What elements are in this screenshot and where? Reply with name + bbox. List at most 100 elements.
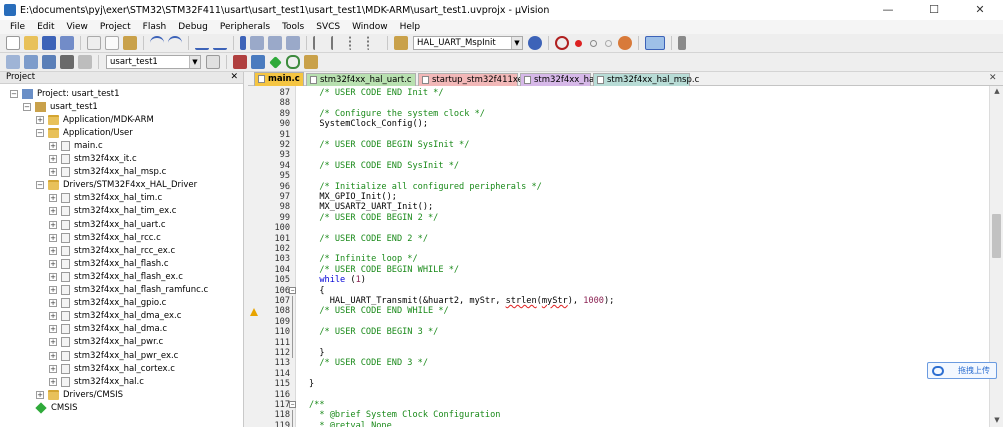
save-all-icon[interactable] bbox=[60, 36, 74, 50]
tree-item[interactable]: + stm32f4xx_hal_dma.c bbox=[49, 323, 167, 336]
scrollbar-thumb[interactable] bbox=[992, 214, 1001, 258]
translate-icon[interactable] bbox=[6, 55, 20, 69]
tree-item[interactable]: − usart_test1 bbox=[23, 100, 98, 113]
scroll-up-icon[interactable]: ▲ bbox=[992, 87, 1002, 97]
tree-item[interactable]: + stm32f4xx_it.c bbox=[49, 153, 137, 166]
manage-project-items-icon[interactable] bbox=[233, 55, 247, 69]
software-packs-icon[interactable] bbox=[304, 55, 318, 69]
tree-item[interactable]: − Application/User bbox=[36, 126, 133, 139]
menu-item-project[interactable]: Project bbox=[94, 22, 137, 32]
nav-forward-icon[interactable] bbox=[213, 36, 227, 50]
tab-stm32f4xx-hal-c[interactable]: stm32f4xx_hal.c bbox=[520, 73, 604, 86]
tree-item[interactable]: − Project: usart_test1 bbox=[10, 87, 119, 100]
fold-toggle-icon[interactable]: − bbox=[289, 401, 296, 408]
breakpoint-disable-icon[interactable] bbox=[590, 39, 597, 47]
collapse-icon[interactable]: − bbox=[36, 128, 44, 137]
expand-icon[interactable]: + bbox=[49, 377, 57, 386]
tree-item[interactable]: + stm32f4xx_hal_tim.c bbox=[49, 192, 162, 205]
chevron-down-icon[interactable]: ▼ bbox=[511, 37, 522, 49]
uncomment-icon[interactable] bbox=[367, 36, 381, 50]
expand-icon[interactable]: + bbox=[49, 220, 57, 229]
menu-item-help[interactable]: Help bbox=[394, 22, 427, 32]
pack-installer-icon[interactable] bbox=[269, 55, 282, 69]
tree-item[interactable]: + stm32f4xx_hal_rcc.c bbox=[49, 231, 161, 244]
function-select[interactable]: HAL_UART_MspInit ▼ bbox=[413, 36, 523, 50]
find-in-files-icon[interactable] bbox=[394, 36, 408, 50]
maximize-button[interactable]: ☐ bbox=[911, 0, 957, 20]
batch-build-icon[interactable] bbox=[60, 55, 74, 69]
target-select[interactable]: usart_test1 ▼ bbox=[106, 55, 201, 69]
bookmark-icon[interactable] bbox=[240, 36, 246, 50]
tree-item[interactable]: + stm32f4xx_hal_rcc_ex.c bbox=[49, 244, 175, 257]
collapse-icon[interactable]: − bbox=[10, 89, 18, 98]
expand-icon[interactable]: + bbox=[49, 364, 57, 373]
select-packs-icon[interactable] bbox=[286, 55, 300, 69]
tree-item[interactable]: + stm32f4xx_hal_pwr.c bbox=[49, 336, 163, 349]
expand-icon[interactable]: + bbox=[36, 115, 44, 124]
tree-item[interactable]: + stm32f4xx_hal_pwr_ex.c bbox=[49, 349, 178, 362]
expand-icon[interactable]: + bbox=[49, 246, 57, 255]
minimize-button[interactable]: — bbox=[865, 0, 911, 20]
bookmark-clear-icon[interactable] bbox=[286, 36, 300, 50]
expand-icon[interactable]: + bbox=[49, 259, 57, 268]
breakpoint-kill-all-icon[interactable] bbox=[618, 36, 632, 50]
expand-icon[interactable]: + bbox=[49, 207, 57, 216]
options-for-target-icon[interactable] bbox=[206, 55, 220, 69]
tab-startup-stm32f411xe-s[interactable]: startup_stm32f411xe.s bbox=[418, 73, 530, 86]
indent-icon[interactable] bbox=[313, 36, 327, 50]
expand-icon[interactable]: + bbox=[49, 141, 57, 150]
build-icon[interactable] bbox=[24, 55, 38, 69]
tab-stm32f4xx-hal-msp-c[interactable]: stm32f4xx_hal_msp.c bbox=[593, 73, 699, 86]
nav-back-icon[interactable] bbox=[195, 36, 209, 50]
save-icon[interactable] bbox=[42, 36, 56, 50]
chevron-down-icon[interactable]: ▼ bbox=[189, 56, 200, 68]
wrench-icon[interactable] bbox=[678, 36, 686, 50]
expand-icon[interactable]: + bbox=[49, 168, 57, 177]
tree-item[interactable]: + stm32f4xx_hal_gpio.c bbox=[49, 297, 166, 310]
fold-toggle-icon[interactable]: − bbox=[289, 286, 296, 294]
tab-main-c[interactable]: main.c bbox=[254, 72, 304, 86]
menu-item-view[interactable]: View bbox=[61, 22, 94, 32]
tree-item[interactable]: + stm32f4xx_hal.c bbox=[49, 375, 144, 388]
stop-build-icon[interactable] bbox=[78, 55, 92, 69]
menu-item-svcs[interactable]: SVCS bbox=[310, 22, 346, 32]
expand-icon[interactable]: + bbox=[49, 351, 57, 360]
expand-icon[interactable]: + bbox=[36, 390, 44, 399]
rebuild-icon[interactable] bbox=[42, 55, 56, 69]
expand-icon[interactable]: + bbox=[49, 312, 57, 321]
expand-icon[interactable]: + bbox=[49, 299, 57, 308]
paste-icon[interactable] bbox=[123, 36, 137, 50]
menu-item-tools[interactable]: Tools bbox=[276, 22, 310, 32]
tab-list-icon[interactable]: ✕ bbox=[989, 73, 997, 83]
menu-item-debug[interactable]: Debug bbox=[172, 22, 214, 32]
browse-icon[interactable] bbox=[528, 36, 542, 50]
expand-icon[interactable]: + bbox=[49, 194, 57, 203]
tree-item[interactable]: + stm32f4xx_hal_dma_ex.c bbox=[49, 310, 181, 323]
redo-icon[interactable] bbox=[168, 36, 182, 50]
expand-icon[interactable]: + bbox=[49, 325, 57, 334]
breakpoint-icon[interactable] bbox=[575, 39, 582, 47]
expand-icon[interactable]: + bbox=[49, 155, 57, 163]
menu-item-file[interactable]: File bbox=[4, 22, 31, 32]
undo-icon[interactable] bbox=[150, 36, 164, 50]
tree-item[interactable]: CMSIS bbox=[35, 401, 78, 414]
copy-icon[interactable] bbox=[105, 36, 119, 50]
collapse-icon[interactable]: − bbox=[36, 181, 44, 190]
menu-item-edit[interactable]: Edit bbox=[31, 22, 60, 32]
tree-item[interactable]: + stm32f4xx_hal_flash.c bbox=[49, 257, 169, 270]
tree-item[interactable]: + stm32f4xx_hal_flash_ramfunc.c bbox=[49, 284, 208, 297]
comment-icon[interactable] bbox=[349, 36, 363, 50]
close-button[interactable]: ✕ bbox=[957, 0, 1003, 20]
tree-item[interactable]: + stm32f4xx_hal_uart.c bbox=[49, 218, 166, 231]
bookmark-next-icon[interactable] bbox=[268, 36, 282, 50]
tree-item[interactable]: − Drivers/STM32F4xx_HAL_Driver bbox=[36, 179, 197, 192]
drag-upload-widget[interactable]: 拖拽上传 bbox=[927, 362, 997, 379]
new-file-icon[interactable] bbox=[6, 36, 20, 50]
manage-runtime-icon[interactable] bbox=[251, 55, 265, 69]
open-folder-icon[interactable] bbox=[24, 36, 38, 50]
menu-item-peripherals[interactable]: Peripherals bbox=[214, 22, 276, 32]
tab-stm32f4xx-hal-uart-c[interactable]: stm32f4xx_hal_uart.c bbox=[306, 73, 416, 86]
menu-item-window[interactable]: Window bbox=[346, 22, 394, 32]
expand-icon[interactable]: + bbox=[49, 233, 57, 242]
tree-item[interactable]: + Drivers/CMSIS bbox=[36, 388, 123, 401]
